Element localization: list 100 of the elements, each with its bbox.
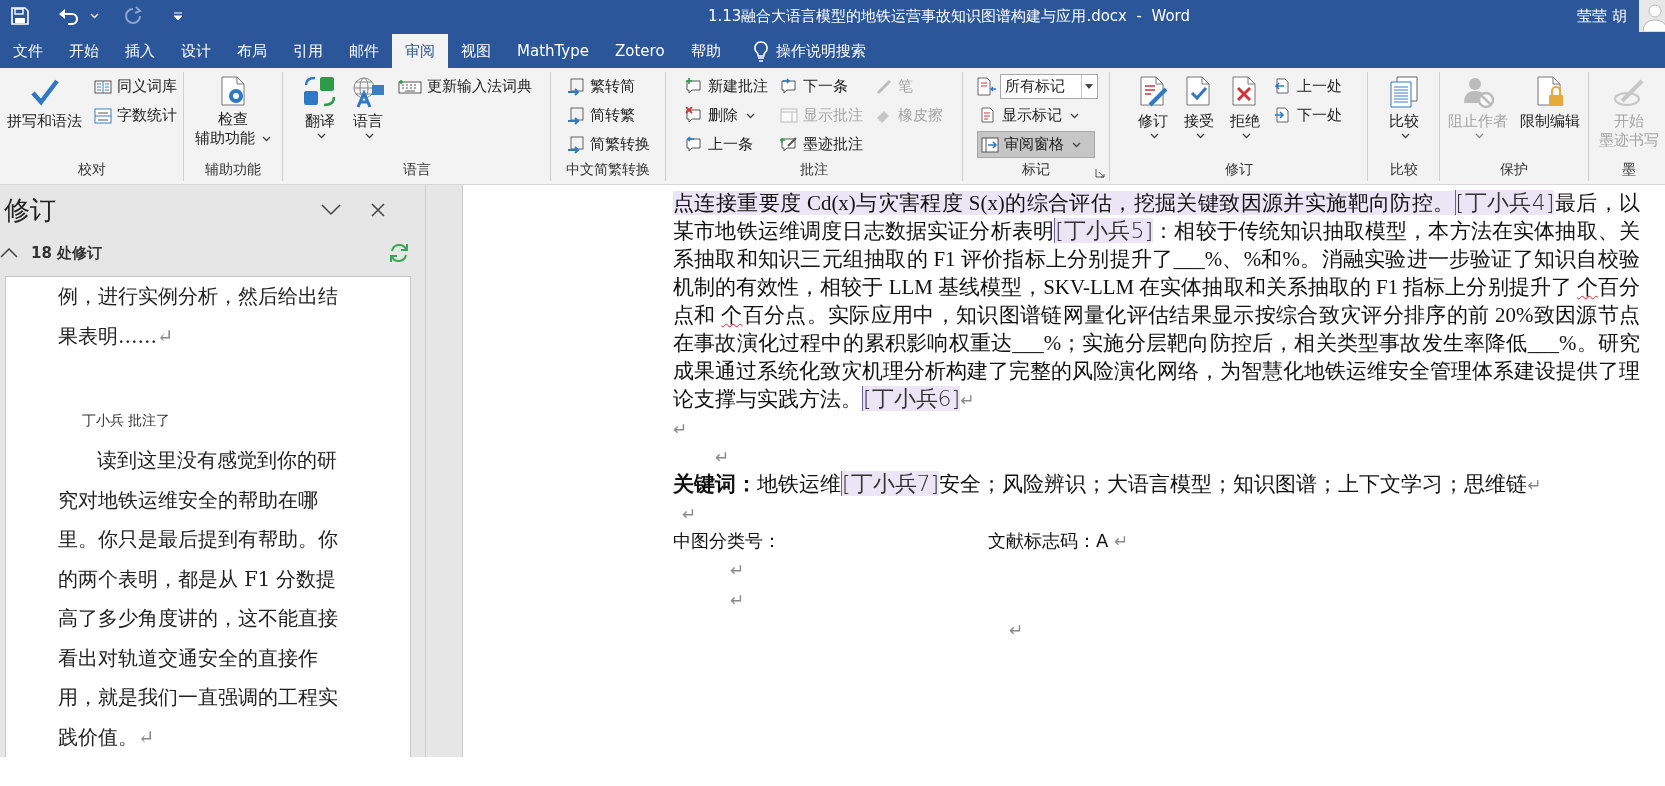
pane-title: 修订 xyxy=(4,193,56,227)
customize-icon xyxy=(173,11,183,21)
save-icon xyxy=(10,6,30,26)
comment-marker[interactable]: [丁小兵6] xyxy=(862,386,961,411)
ribbon-tab[interactable]: 插入 xyxy=(112,34,168,68)
comment-author: 丁小兵 批注了 xyxy=(82,411,172,430)
group-label: 墨 xyxy=(1622,161,1636,180)
redo-icon xyxy=(123,6,143,26)
ribbon-button[interactable]: 简转繁 xyxy=(562,102,654,129)
pane-icon xyxy=(980,135,999,154)
paragraph-mark: ↵ xyxy=(673,419,688,439)
group-label: 保护 xyxy=(1500,161,1528,180)
ribbon-button[interactable]: 比较 xyxy=(1382,72,1425,158)
ribbon-button[interactable]: 字数统计 xyxy=(89,102,181,129)
ribbon-tab[interactable]: 帮助 xyxy=(677,34,734,68)
ribbon-tab[interactable]: 邮件 xyxy=(336,34,392,68)
ribbon-button[interactable]: 审阅窗格 xyxy=(976,131,1095,158)
body-paragraph: 关键词：地铁运维[丁小兵7]安全；风险辨识；大语言模型；知识图谱；上下文学习；思维链↵ xyxy=(673,470,1543,498)
group-label: 修订 xyxy=(1224,161,1253,180)
group-label: 比较 xyxy=(1389,161,1418,180)
group-label: 标记 xyxy=(1022,161,1050,180)
paragraph-mark: ↵ xyxy=(730,560,745,580)
pen-icon xyxy=(875,78,893,95)
ribbon-button[interactable]: 更新输入法词典 xyxy=(393,73,536,100)
refresh-icon xyxy=(388,242,410,264)
chevron-down-icon xyxy=(321,204,341,216)
ribbon-button[interactable]: 简繁转换 xyxy=(562,131,654,158)
comment-arrow-icon xyxy=(685,136,703,153)
ribbon-button[interactable]: 拼写和语法 xyxy=(2,72,86,158)
ribbon-button[interactable]: 繁转简 xyxy=(562,73,654,100)
lightbulb-icon xyxy=(751,40,770,62)
ribbon-button[interactable]: 拒绝 xyxy=(1223,72,1266,158)
ribbon-tab[interactable]: Zotero xyxy=(602,34,678,68)
ribbon-button[interactable]: 新建批注 xyxy=(681,73,772,100)
arrow-icon xyxy=(566,135,585,154)
revision-text: 例，进行实例分析，然后给出结果表明……↵ xyxy=(58,284,339,350)
group-label: 中文简繁转换 xyxy=(566,161,650,180)
ribbon-tab[interactable]: 视图 xyxy=(448,34,504,68)
ribbon-button[interactable]: 墨迹批注 xyxy=(776,131,867,158)
group-label: 批注 xyxy=(800,161,828,180)
dialog-launcher-icon xyxy=(1095,168,1105,178)
ribbon-button[interactable]: 同义词库 xyxy=(89,73,181,100)
user-name[interactable]: 莹莹 胡 xyxy=(1577,6,1627,26)
keyboard-icon xyxy=(397,78,422,95)
search-field[interactable]: 操作说明搜索 xyxy=(775,42,880,60)
ribbon-button[interactable]: 接受 xyxy=(1177,72,1220,158)
pane-splitter[interactable] xyxy=(425,185,462,757)
classification-label: 中图分类号： xyxy=(673,529,782,553)
ribbon-tab[interactable]: 布局 xyxy=(224,34,280,68)
ribbon-button[interactable]: 上一处 xyxy=(1269,73,1346,100)
ribbon-button[interactable]: 语言 xyxy=(345,72,390,158)
comment-pen-icon xyxy=(780,136,798,153)
document-icon xyxy=(974,76,997,97)
close-icon xyxy=(371,203,385,217)
comment-delete-icon xyxy=(685,107,703,124)
paragraph-mark: ↵ xyxy=(682,504,697,524)
comment-marker[interactable]: [丁小兵7] xyxy=(841,471,940,496)
counter-icon xyxy=(93,107,112,124)
paragraph-mark: ↵ xyxy=(730,590,745,610)
group-label: 校对 xyxy=(77,161,106,180)
ribbon-button[interactable]: 显示标记 xyxy=(974,102,1098,129)
comment-arrow-icon xyxy=(780,78,798,95)
comment-marker[interactable]: [丁小兵5] xyxy=(1054,218,1153,243)
body-paragraph: 点连接重要度 Cd(x)与灾害程度 S(x)的综合评估，挖掘关键致因源并实施靶向防控。[丁小兵4]最后，以某市地铁运维调度日志数据实证分析表明[丁小兵5]：相较于传统知识抽取模型，本方法在实体抽取、关系抽取和知识三元组抽取的 F1 评价指标上分别提升了___%、%和%。消融实验进一步验证了知识自校验机制的有效性，相较于 LLM 基线模型，SKV-LLM 在实体抽取和关系抽取的 F1 指标上分别提升了 个百分点和 个百分点。实际应用中，知识图谱链网量化评估结果显示按综合致灾评分排序的前 20%致因源节点在事故演化过程中的累积影响权重达___%；实施分层靶向防控后，相关类型事故发生率降低___%。研究成果通过系统化致灾机理分析构建了完整的风险演化网络，为智慧化地铁运维安全管理体系建设提供了理论支撑与实践方法。[丁小兵6]↵ xyxy=(673,189,1640,413)
caret-icon xyxy=(90,13,99,19)
book-icon xyxy=(93,78,112,95)
comment-marker[interactable]: [丁小兵4] xyxy=(1454,190,1555,215)
ribbon-button[interactable]: 下一条 xyxy=(776,73,867,100)
panel-icon xyxy=(780,107,798,124)
group-label: 语言 xyxy=(402,161,431,180)
undo-icon xyxy=(58,6,80,26)
ribbon-tab[interactable]: 开始 xyxy=(56,34,112,68)
ribbon-button[interactable]: 限制编辑 xyxy=(1516,72,1584,158)
window-title: 1.13融合大语言模型的地铁运营事故知识图谱构建与应用.docx - Word xyxy=(708,6,1191,26)
comment-text: 读到这里没有感觉到你的研究对地铁运维安全的帮助在哪里。你只是最后提到有帮助。你的两个表明，都是从 F1 分数提高了多少角度讲的，这不能直接看出对轨道交通安全的直接作用，就是我们一直强调的工程实践价值。↵ xyxy=(58,448,339,751)
ribbon-button[interactable]: 上一条 xyxy=(681,131,772,158)
ribbon-button[interactable]: 检查 辅助功能 xyxy=(190,72,276,158)
document-arrow-icon xyxy=(1273,77,1292,96)
ribbon-tab[interactable]: 引用 xyxy=(280,34,336,68)
ribbon-tab[interactable]: MathType xyxy=(504,34,602,68)
ribbon-button[interactable]: 翻译 xyxy=(297,72,342,158)
arrow-icon xyxy=(566,77,585,96)
ribbon-button[interactable]: 修订 xyxy=(1131,72,1174,158)
person-block-icon xyxy=(1461,75,1495,109)
paragraph-mark: ↵ xyxy=(715,447,730,467)
arrow-icon xyxy=(566,106,585,125)
ribbon-tab[interactable]: 设计 xyxy=(168,34,224,68)
ribbon-tab[interactable]: 审阅 xyxy=(392,34,448,68)
group-label: 辅助功能 xyxy=(205,161,261,180)
revision-count: 18 处修订 xyxy=(31,243,103,263)
ribbon-tab[interactable]: 文件 xyxy=(0,34,56,68)
ribbon-button[interactable]: 下一处 xyxy=(1269,102,1346,129)
document-arrow-icon xyxy=(1273,106,1292,125)
ribbon-button[interactable]: 删除 xyxy=(681,102,772,129)
document-icon xyxy=(978,106,997,125)
translate-icon xyxy=(301,75,338,109)
comment-add-icon xyxy=(685,78,703,95)
document-code-label: 文献标志码：A ↵ xyxy=(988,529,1129,553)
paragraph-mark: ↵ xyxy=(1009,620,1024,640)
markup-dropdown[interactable]: 所有标记 xyxy=(999,74,1098,99)
